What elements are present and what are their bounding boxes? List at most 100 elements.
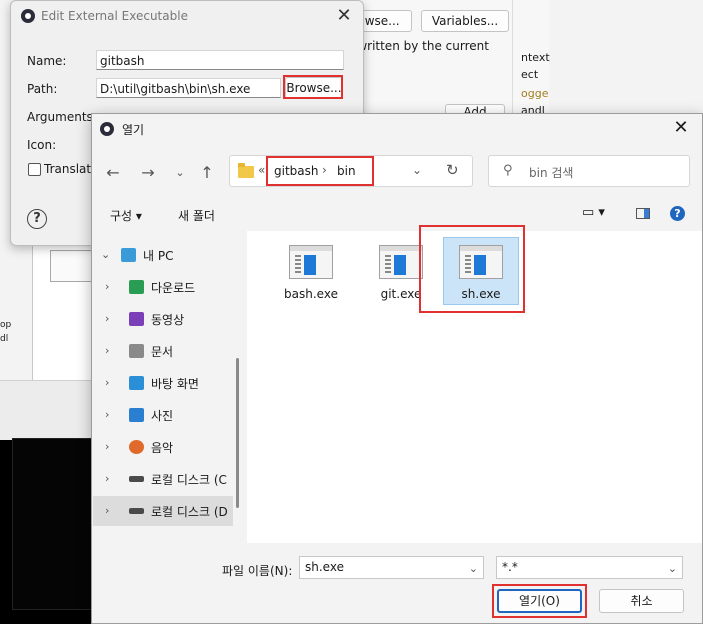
open-button[interactable]: 열기(O) [497, 589, 582, 613]
open-dialog-title: 열기 [122, 123, 145, 137]
app-icon [100, 122, 114, 136]
file-red-highlight [419, 225, 525, 313]
background-left-text-1: op [0, 320, 12, 330]
cancel-button[interactable]: 취소 [599, 589, 684, 613]
help-icon[interactable]: ? [670, 206, 685, 221]
filetype-select[interactable]: *.* ⌄ [496, 556, 683, 579]
recent-chevron-icon[interactable]: ⌄ [169, 162, 191, 184]
view-options-icon[interactable]: ▭ ▾ [582, 205, 605, 220]
translate-checkbox[interactable] [28, 163, 41, 176]
dialog-title: Edit External Executable [41, 9, 188, 23]
chevron-left-icon[interactable]: « [258, 163, 265, 177]
file-name: bash.exe [284, 287, 338, 301]
folder-icon [238, 163, 254, 178]
tree-label: 동영상 [151, 313, 185, 327]
toolbar: 구성 ▾ 새 폴더 ▭ ▾ ? [92, 200, 702, 230]
chevron-right-icon[interactable]: › [105, 312, 109, 325]
up-arrow-icon[interactable]: ↑ [196, 162, 218, 184]
pc-icon [121, 248, 136, 262]
file-list: bash.exe git.exe sh.exe [247, 225, 702, 543]
chevron-down-icon[interactable]: ⌄ [668, 558, 677, 579]
dialog-footer: 파일 이름(N): sh.exe ⌄ *.* ⌄ 열기(O) 취소 [92, 545, 702, 623]
tree-item-downloads[interactable]: › 다운로드 [93, 272, 233, 302]
background-strip-text-1: ntext [521, 51, 550, 64]
tree-item-documents[interactable]: › 문서 [93, 336, 233, 366]
open-dialog-title-bar: 열기 ✕ [92, 114, 702, 144]
icon-label: Icon: [27, 138, 57, 152]
tree-item-local-disk-c[interactable]: › 로컬 디스크 (C [93, 464, 233, 494]
tree-item-desktop[interactable]: › 바탕 화면 [93, 368, 233, 398]
chevron-right-icon[interactable]: › [105, 344, 109, 357]
filename-label: 파일 이름(N): [222, 564, 293, 578]
arguments-label: Arguments: [27, 110, 97, 124]
open-file-dialog: 열기 ✕ ← → ⌄ ↑ « gitbash › bin ⌄ ↻ ⚲ bin 검… [91, 113, 703, 624]
background-right-strip: ntext ect ogge andl [512, 0, 550, 117]
chevron-right-icon[interactable]: › [105, 440, 109, 453]
tree-label: 로컬 디스크 (D [151, 505, 228, 519]
address-bar[interactable]: « gitbash › bin ⌄ ↻ [229, 155, 473, 187]
chevron-right-icon: › [322, 163, 327, 177]
chevron-right-icon[interactable]: › [105, 376, 109, 389]
search-input[interactable]: bin 검색 [529, 164, 573, 181]
breadcrumb-gitbash[interactable]: gitbash [274, 164, 318, 178]
chevron-right-icon[interactable]: › [105, 472, 109, 485]
chevron-down-icon[interactable]: ⌄ [469, 558, 478, 579]
organize-menu[interactable]: 구성 ▾ [110, 207, 142, 224]
filetype-value: *.* [502, 560, 518, 574]
tree-label: 바탕 화면 [151, 377, 199, 391]
help-icon[interactable]: ? [27, 209, 47, 229]
forward-arrow-icon[interactable]: → [137, 162, 159, 184]
filename-input[interactable]: sh.exe ⌄ [299, 556, 484, 579]
close-icon[interactable]: ✕ [670, 117, 692, 139]
exe-file-icon-detail [385, 255, 391, 273]
tree-label: 다운로드 [151, 281, 196, 295]
close-icon[interactable]: ✕ [333, 5, 355, 27]
tree-label: 음악 [151, 441, 174, 455]
drive-icon [129, 476, 144, 482]
search-box[interactable]: ⚲ bin 검색 [488, 155, 690, 187]
tree-item-this-pc[interactable]: ⌄ 내 PC [93, 240, 233, 270]
search-icon: ⚲ [503, 163, 513, 178]
name-label: Name: [27, 54, 67, 68]
background-strip-text-3: ogge [521, 87, 549, 100]
background-panel [0, 380, 100, 441]
music-icon [129, 440, 144, 454]
chevron-down-icon[interactable]: ⌄ [412, 163, 422, 177]
drive-icon [129, 508, 144, 514]
file-item-bash[interactable]: bash.exe [267, 235, 349, 315]
navigation-pane: ⌄ 내 PC › 다운로드 › 동영상 › 문서 › 바탕 화면 › 사진 › … [93, 232, 243, 546]
name-field[interactable]: gitbash [96, 50, 344, 70]
scrollbar[interactable] [236, 358, 239, 508]
refresh-icon[interactable]: ↻ [446, 161, 459, 179]
background-right-panel: owse... Variables... erwritten by the cu… [345, 0, 515, 120]
preview-pane-icon[interactable] [636, 208, 650, 219]
chevron-right-icon[interactable]: › [105, 408, 109, 421]
chevron-right-icon[interactable]: › [105, 504, 109, 517]
tree-label: 사진 [151, 409, 174, 423]
chevron-down-icon[interactable]: ⌄ [101, 248, 110, 261]
app-icon [21, 9, 35, 23]
tree-label: 로컬 디스크 (C [151, 473, 227, 487]
new-folder-button[interactable]: 새 폴더 [178, 207, 215, 224]
filename-value: sh.exe [305, 560, 344, 574]
tree-item-videos[interactable]: › 동영상 [93, 304, 233, 334]
tree-label: 내 PC [143, 249, 174, 263]
background-left-text-2: dl [0, 334, 9, 344]
tree-item-local-disk-d[interactable]: › 로컬 디스크 (D [93, 496, 233, 526]
tree-item-music[interactable]: › 음악 [93, 432, 233, 462]
tree-item-pictures[interactable]: › 사진 [93, 400, 233, 430]
background-overwrite-text: erwritten by the current [345, 39, 489, 53]
back-arrow-icon[interactable]: ← [102, 162, 124, 184]
exe-file-icon-detail [295, 255, 301, 273]
chevron-right-icon[interactable]: › [105, 280, 109, 293]
path-field[interactable]: D:\util\gitbash\bin\sh.exe [96, 78, 281, 98]
background-variables-button[interactable]: Variables... [421, 10, 509, 32]
path-label: Path: [27, 82, 58, 96]
background-strip-text-2: ect [521, 68, 539, 81]
browse-highlight [283, 75, 343, 99]
picture-icon [129, 408, 144, 422]
video-icon [129, 312, 144, 326]
download-icon [129, 280, 144, 294]
dialog-title-bar: Edit External Executable ✕ [11, 1, 363, 33]
breadcrumb-bin[interactable]: bin [337, 164, 356, 178]
